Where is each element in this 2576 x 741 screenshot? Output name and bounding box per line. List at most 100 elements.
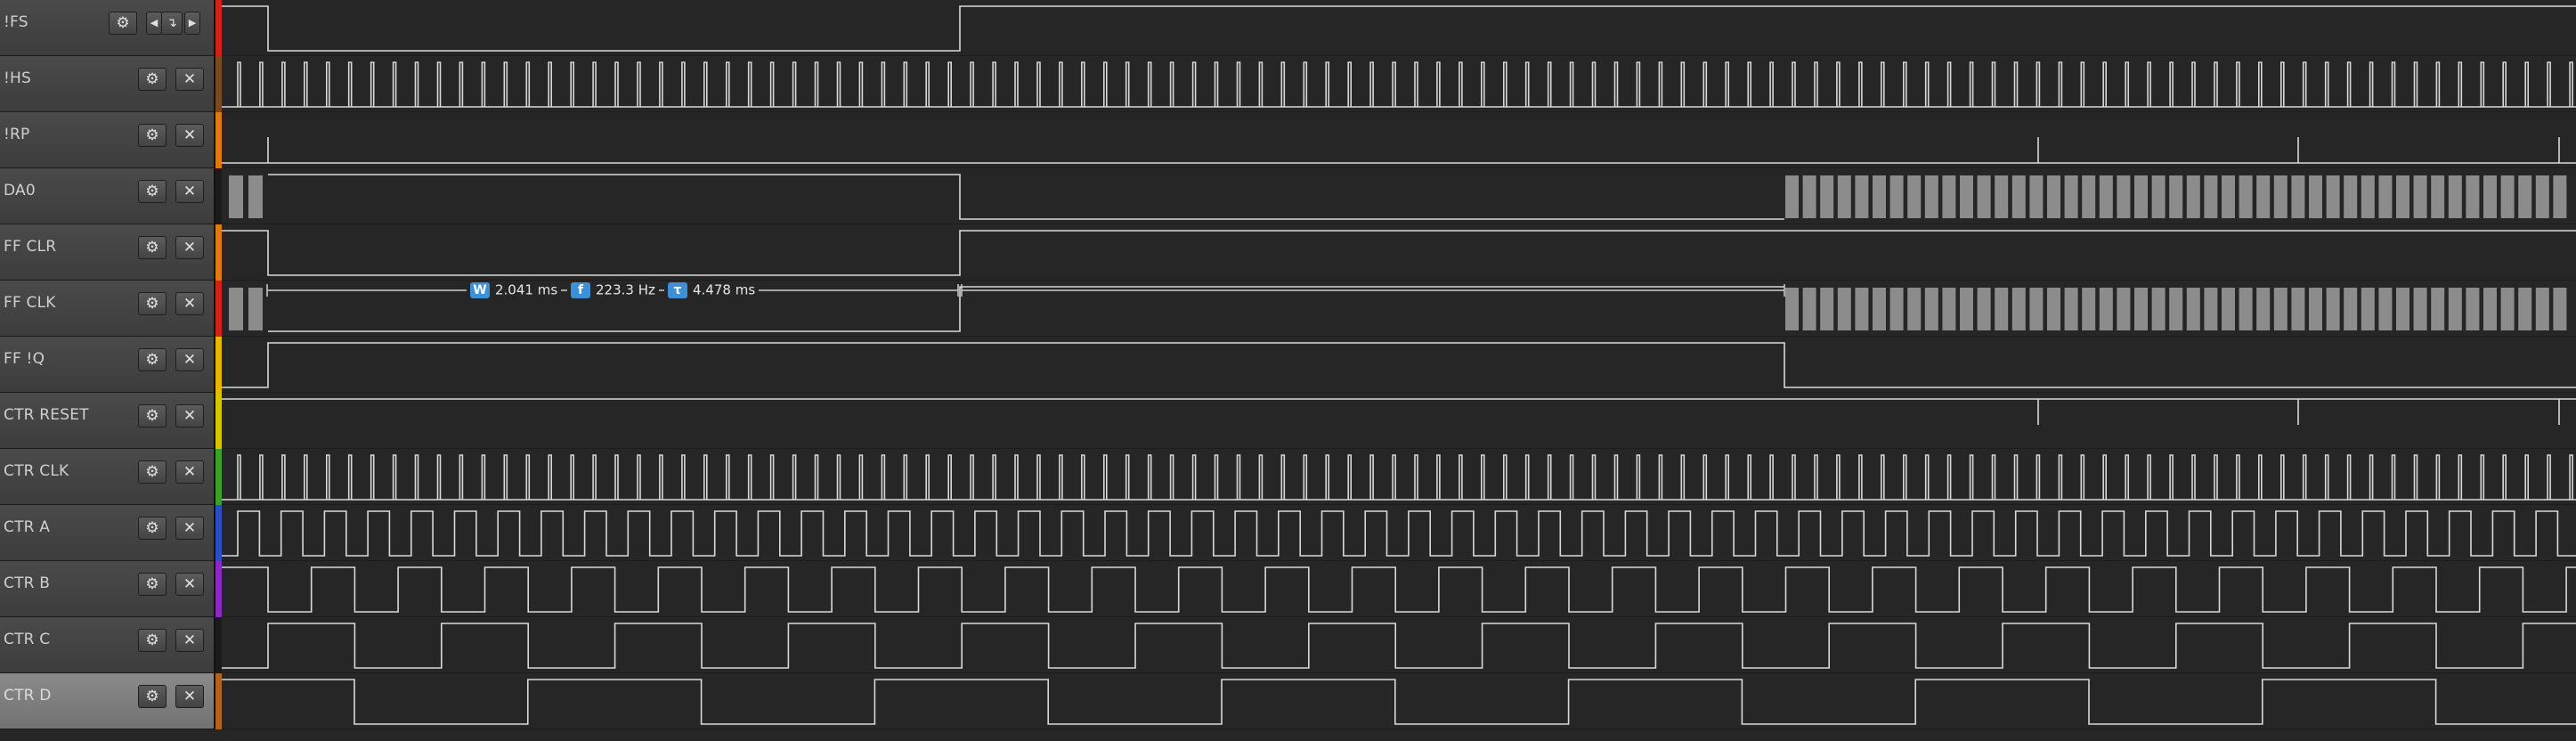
waveform-area[interactable] [222, 393, 2576, 449]
prev-edge-button[interactable]: ◀ [146, 12, 162, 35]
gear-icon: ⚙ [145, 575, 159, 593]
data-burst-block [2361, 175, 2375, 218]
remove-channel-button[interactable]: ✕ [175, 573, 204, 596]
remove-channel-button[interactable]: ✕ [175, 180, 204, 203]
channel-label-panel[interactable]: CTR B ⚙ ✕ [0, 561, 214, 617]
data-burst-block [2186, 288, 2200, 330]
waveform-trace [222, 230, 2576, 276]
channel-settings-button[interactable]: ⚙ [138, 629, 167, 652]
data-burst-block [1837, 175, 1851, 218]
channel-label-panel[interactable]: FF !Q ⚙ ✕ [0, 337, 214, 393]
waveform-area[interactable] [222, 112, 2576, 168]
channel-settings-button[interactable]: ⚙ [138, 348, 167, 371]
remove-channel-button[interactable]: ✕ [175, 517, 204, 540]
data-burst-block [2047, 288, 2060, 330]
close-icon: ✕ [183, 575, 197, 593]
data-burst-block [2256, 288, 2271, 330]
channel-row-da0[interactable]: DA0 ⚙ ✕ [0, 168, 2576, 224]
remove-channel-button[interactable]: ✕ [175, 460, 204, 484]
channel-row--hs[interactable]: !HS ⚙ ✕ [0, 56, 2576, 112]
channel-row-ctr-a[interactable]: CTR A ⚙ ✕ [0, 505, 2576, 561]
remove-channel-button[interactable]: ✕ [175, 124, 204, 147]
channel-label-panel[interactable]: CTR A ⚙ ✕ [0, 505, 214, 561]
remove-channel-button[interactable]: ✕ [175, 68, 204, 91]
remove-channel-button[interactable]: ✕ [175, 629, 204, 652]
channel-settings-button[interactable]: ⚙ [138, 404, 167, 428]
close-icon: ✕ [183, 688, 197, 705]
width-measurement[interactable]: W 2.041 ms f 223.3 Hz τ 4.478 ms [265, 277, 1788, 304]
channel-name: FF !Q [4, 350, 45, 368]
waveform-area[interactable] [222, 673, 2576, 729]
channel-label-panel[interactable]: !FS ⚙ ◀ ↴ ▶ [0, 0, 214, 56]
waveform-area[interactable] [222, 505, 2576, 561]
waveform-area[interactable] [222, 56, 2576, 112]
waveform-area[interactable] [222, 0, 2576, 56]
channel-row-ctr-c[interactable]: CTR C ⚙ ✕ [0, 617, 2576, 673]
channel-label-panel[interactable]: !RP ⚙ ✕ [0, 112, 214, 168]
data-burst-block [248, 288, 263, 330]
next-edge-button[interactable]: ▶ [184, 12, 200, 35]
data-burst-block [2396, 175, 2409, 218]
trigger-edge-button[interactable]: ↴ [161, 12, 183, 35]
channel-label-panel[interactable]: CTR CLK ⚙ ✕ [0, 449, 214, 505]
channel-settings-button[interactable]: ⚙ [138, 517, 167, 540]
remove-channel-button[interactable]: ✕ [175, 292, 204, 315]
remove-channel-button[interactable]: ✕ [175, 348, 204, 371]
channel-settings-button[interactable]: ⚙ [138, 180, 167, 203]
data-burst-block [2273, 288, 2288, 330]
waveform-area[interactable] [222, 617, 2576, 673]
data-burst-block [1995, 288, 2009, 330]
logic-analyzer-view: !FS ⚙ ◀ ↴ ▶ !HS ⚙ ✕ !RP ⚙ ✕ DA0 ⚙ ✕ FF CLR ⚙ ✕ FF CLK ⚙ ✕ FF… [0, 0, 2576, 741]
data-burst-block [2500, 288, 2515, 330]
data-burst-block [2378, 175, 2393, 218]
channel-row-ctr-d[interactable]: CTR D ⚙ ✕ [0, 673, 2576, 729]
data-burst-block [2029, 175, 2044, 218]
close-icon: ✕ [183, 351, 197, 369]
close-icon: ✕ [183, 519, 197, 537]
waveform-area[interactable] [222, 337, 2576, 393]
gear-icon: ⚙ [145, 70, 159, 88]
close-icon: ✕ [183, 126, 197, 144]
data-burst-block [2134, 288, 2148, 330]
remove-channel-button[interactable]: ✕ [175, 404, 204, 428]
channel-label-panel[interactable]: CTR D ⚙ ✕ [0, 673, 214, 729]
waveform-area[interactable] [222, 168, 2576, 224]
channel-row-ctr-reset[interactable]: CTR RESET ⚙ ✕ [0, 393, 2576, 449]
data-burst-block [2396, 288, 2409, 330]
close-icon: ✕ [183, 407, 197, 425]
data-burst-block [2204, 288, 2218, 330]
data-burst-block [1837, 288, 1851, 330]
channel-settings-button[interactable]: ⚙ [138, 124, 167, 147]
measurement-period: τ 4.478 ms [664, 281, 760, 299]
channel-settings-button[interactable]: ⚙ [109, 12, 137, 35]
channel-row-ctr-b[interactable]: CTR B ⚙ ✕ [0, 561, 2576, 617]
channel-label-panel[interactable]: FF CLR ⚙ ✕ [0, 224, 214, 281]
channel-label-panel[interactable]: DA0 ⚙ ✕ [0, 168, 214, 224]
channel-settings-button[interactable]: ⚙ [138, 573, 167, 596]
channel-row--rp[interactable]: !RP ⚙ ✕ [0, 112, 2576, 168]
waveform-area[interactable] [222, 561, 2576, 617]
channel-row-ff-q[interactable]: FF !Q ⚙ ✕ [0, 337, 2576, 393]
gear-icon: ⚙ [145, 183, 159, 200]
channel-row-ff-clr[interactable]: FF CLR ⚙ ✕ [0, 224, 2576, 281]
channel-label-panel[interactable]: FF CLK ⚙ ✕ [0, 281, 214, 337]
data-burst-block [2326, 175, 2340, 218]
channel-row--fs[interactable]: !FS ⚙ ◀ ↴ ▶ [0, 0, 2576, 56]
channel-settings-button[interactable]: ⚙ [138, 685, 167, 708]
remove-channel-button[interactable]: ✕ [175, 236, 204, 259]
data-burst-block [1889, 288, 1904, 330]
channel-settings-button[interactable]: ⚙ [138, 460, 167, 484]
channel-name: DA0 [4, 182, 36, 200]
channel-label-panel[interactable]: !HS ⚙ ✕ [0, 56, 214, 112]
channel-label-panel[interactable]: CTR C ⚙ ✕ [0, 617, 214, 673]
channel-row-ctr-clk[interactable]: CTR CLK ⚙ ✕ [0, 449, 2576, 505]
waveform-area[interactable] [222, 449, 2576, 505]
channel-settings-button[interactable]: ⚙ [138, 68, 167, 91]
chevron-right-icon: ▶ [188, 17, 197, 28]
channel-settings-button[interactable]: ⚙ [138, 236, 167, 259]
remove-channel-button[interactable]: ✕ [175, 685, 204, 708]
channel-label-panel[interactable]: CTR RESET ⚙ ✕ [0, 393, 214, 449]
data-burst-block [2011, 288, 2026, 330]
waveform-area[interactable] [222, 224, 2576, 281]
channel-settings-button[interactable]: ⚙ [138, 292, 167, 315]
